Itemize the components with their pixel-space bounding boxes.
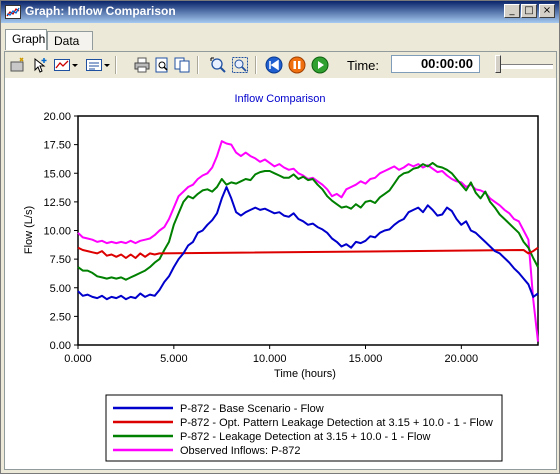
- x-tick-label: 15.000: [349, 353, 383, 365]
- x-tick-label: 10.000: [253, 353, 287, 365]
- legend-entry: P-872 - Leakage Detection at 3.15 + 10.0…: [180, 431, 430, 443]
- print-icon[interactable]: [133, 56, 151, 74]
- y-tick-label: 0.00: [50, 340, 71, 352]
- new-graph-icon[interactable]: [9, 56, 27, 74]
- toolbar-separator: [115, 56, 117, 74]
- title-bar[interactable]: Graph: Inflow Comparison _ □ ×: [1, 1, 559, 23]
- graph-toolbar: Time: 00:00:00: [5, 52, 556, 78]
- zoom-window-icon[interactable]: [231, 56, 249, 74]
- toolbar-separator: [197, 56, 199, 74]
- x-tick-label: 0.000: [64, 353, 92, 365]
- inflow-chart: Inflow Comparison 0.00 2.50 5.00 7.50 10.00 1…: [23, 93, 539, 462]
- y-tick-label: 20.00: [43, 111, 71, 123]
- y-tick-label: 7.50: [50, 254, 71, 266]
- x-tick-label: 5.000: [160, 353, 188, 365]
- chart-area: Inflow Comparison 0.00 2.50 5.00 7.50 10.00 1…: [5, 78, 556, 469]
- y-axis-label: Flow (L/s): [23, 206, 35, 254]
- y-tick-label: 12.50: [43, 197, 71, 209]
- y-tick-label: 5.00: [50, 283, 71, 295]
- y-tick-label: 10.00: [43, 226, 71, 238]
- maximize-button[interactable]: □: [521, 4, 537, 18]
- zoom-extents-icon[interactable]: [209, 56, 227, 74]
- copy-icon[interactable]: [173, 56, 191, 74]
- time-label: Time:: [347, 58, 380, 73]
- window-title: Graph: Inflow Comparison: [25, 4, 176, 18]
- graph-app-icon: [5, 5, 21, 19]
- x-axis-label: Time (hours): [274, 368, 336, 380]
- tab-data[interactable]: Data: [47, 31, 93, 50]
- graph-window: Graph: Inflow Comparison _ □ × Graph Dat…: [0, 0, 560, 474]
- time-input[interactable]: 00:00:00: [391, 55, 480, 73]
- legend-entry: P-872 - Opt. Pattern Leakage Detection a…: [180, 417, 493, 429]
- rewind-icon[interactable]: [265, 56, 283, 74]
- play-icon[interactable]: [311, 56, 329, 74]
- time-slider-track[interactable]: [495, 64, 553, 69]
- x-tick-label: 20.000: [445, 353, 479, 365]
- time-slider-thumb[interactable]: [495, 55, 501, 73]
- pause-icon[interactable]: [288, 56, 306, 74]
- chevron-down-icon[interactable]: [71, 56, 79, 74]
- print-preview-icon[interactable]: [153, 56, 171, 74]
- graph-panel: Time: 00:00:00 Inflow Comparison 0.00 2.5…: [4, 51, 557, 470]
- legend-entry: Observed Inflows: P-872: [180, 445, 300, 457]
- add-series-icon[interactable]: [31, 56, 49, 74]
- chevron-down-icon[interactable]: [103, 56, 111, 74]
- y-tick-label: 17.50: [43, 140, 71, 152]
- y-tick-label: 2.50: [50, 311, 71, 323]
- y-tick-label: 15.00: [43, 168, 71, 180]
- series-list-icon[interactable]: [85, 56, 103, 74]
- tab-graph[interactable]: Graph: [5, 29, 47, 50]
- minimize-button[interactable]: _: [504, 4, 520, 18]
- chart-title: Inflow Comparison: [234, 93, 325, 105]
- chart-options-icon[interactable]: [53, 56, 71, 74]
- plot-frame: [77, 115, 539, 346]
- close-button[interactable]: ×: [539, 4, 555, 18]
- legend-entry: P-872 - Base Scenario - Flow: [180, 403, 324, 415]
- toolbar-separator: [255, 56, 257, 74]
